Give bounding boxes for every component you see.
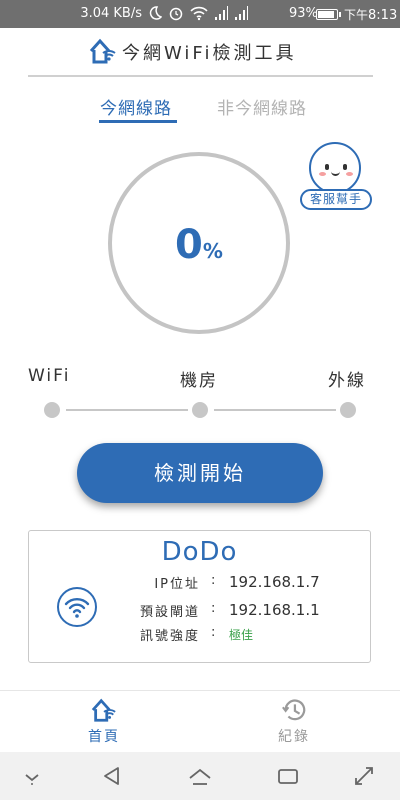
gateway-label: 預設閘道 [139,605,200,620]
alarm-icon [169,7,183,21]
bottom-tab-bar: 首頁 紀錄 [0,690,400,752]
active-tab-indicator [99,120,177,123]
signal-icon-2 [235,6,248,20]
back-icon[interactable] [100,764,124,788]
stage-node-server-room [192,402,208,418]
gateway-value: 192.168.1.1 [229,601,320,619]
clock: 下午8:13 [344,6,397,23]
ip-address-value: 192.168.1.7 [229,573,320,591]
stage-node-external-line [340,402,356,418]
mascot-eye-left [325,164,329,170]
system-nav-bar [0,752,400,800]
mascot-face-icon [309,142,361,194]
customer-service-button[interactable]: 客服幫手 [300,142,372,212]
progress-unit: % [202,239,223,263]
progress-percent: 0% [112,222,286,268]
wifi-circle-icon [57,587,97,627]
status-bar: 3.04 KB/s 93% 下午8:13 [0,0,400,28]
clock-period: 下午 [344,8,369,22]
stage-label-wifi: WiFi [28,366,71,386]
house-wifi-logo-icon [89,38,116,64]
battery-fill [318,11,334,18]
signal-strength-colon: : [211,625,216,640]
customer-service-label: 客服幫手 [300,189,372,210]
network-info-card: DoDo IP位址 : 192.168.1.7 預設閘道 : 192.168.1… [28,530,371,663]
start-test-button[interactable]: 檢測開始 [77,443,323,503]
stage-label-external-line: 外線 [328,371,366,391]
fullscreen-icon[interactable] [352,764,376,788]
stage-node-wifi [44,402,60,418]
signal-strength-value: 極佳 [229,628,254,642]
stage-connector-1 [66,409,188,411]
network-speed: 3.04 KB/s [80,6,142,21]
mascot-mouth [331,171,340,176]
app-header: 今網WiFi檢測工具 [0,28,400,74]
status-icons [148,5,248,21]
wifi-ssid: DoDo [161,537,238,567]
stage-label-server-room: 機房 [180,371,218,391]
tab-jnet-line[interactable]: 今網線路 [100,94,172,119]
wifi-status-icon [190,6,208,21]
mascot-cheek-right [346,172,353,176]
recent-apps-icon[interactable] [276,764,300,788]
bottom-tab-log[interactable]: 紀錄 [254,697,334,746]
ip-address-label: IP位址 [154,577,200,592]
bottom-tab-home-label: 首頁 [88,729,120,745]
tab-non-jnet-line[interactable]: 非今網線路 [217,94,307,119]
progress-ring: 0% [108,152,290,334]
battery-icon [316,9,341,20]
header-divider [28,75,373,77]
home-wifi-icon [91,698,116,722]
app-title: 今網WiFi檢測工具 [122,43,297,64]
battery-percent: 93% [289,6,318,21]
history-icon [282,699,306,721]
stage-connector-2 [214,409,336,411]
bottom-tab-log-label: 紀錄 [278,729,310,745]
moon-icon [149,6,162,20]
signal-icon-1 [215,6,228,20]
mascot-cheek-left [319,172,326,176]
wifi-icon [64,598,90,618]
clock-time: 8:13 [368,8,398,23]
mascot-eye-right [343,164,347,170]
bottom-tab-home[interactable]: 首頁 [64,697,144,746]
home-icon[interactable] [188,764,212,788]
progress-value: 0 [175,222,203,268]
signal-strength-label: 訊號強度 [139,629,200,644]
ip-address-colon: : [211,573,216,588]
gateway-colon: : [211,601,216,616]
hide-keyboard-icon[interactable] [20,764,44,788]
